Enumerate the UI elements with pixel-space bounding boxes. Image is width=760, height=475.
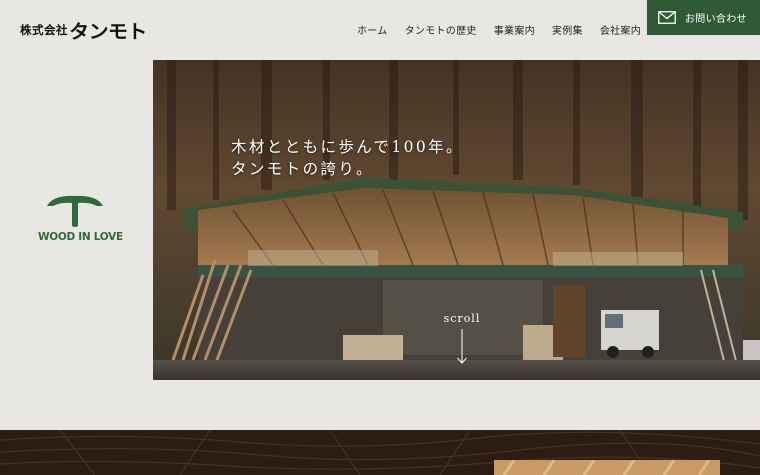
- contact-button[interactable]: お問い合わせ: [647, 0, 760, 35]
- scroll-indicator[interactable]: scroll: [442, 312, 482, 365]
- hero-line-1: 木材とともに歩んで100年。: [231, 138, 464, 156]
- nav-item-home[interactable]: ホーム: [357, 22, 388, 37]
- site-header: 株式会社 タンモト ホーム タンモトの歴史 事業案内 実例集 会社案内 お問い合…: [0, 0, 760, 60]
- scroll-label: scroll: [443, 312, 481, 325]
- contact-button-label: お問い合わせ: [685, 14, 747, 25]
- company-logo[interactable]: 株式会社 タンモト: [20, 18, 147, 43]
- wood-photo-card: [494, 460, 720, 475]
- mail-icon: [658, 11, 676, 24]
- hero-headline: 木材とともに歩んで100年。 タンモトの誇り。: [231, 136, 464, 180]
- nav-item-business[interactable]: 事業案内: [494, 22, 535, 37]
- nav-item-company[interactable]: 会社案内: [600, 22, 641, 37]
- wood-in-love-emblem: WOOD IN LOVE: [38, 192, 123, 243]
- main-nav: ホーム タンモトの歴史 事業案内 実例集 会社案内: [357, 22, 658, 37]
- logo-name: タンモト: [69, 20, 147, 43]
- lumber-photo: [494, 460, 720, 475]
- nav-item-history[interactable]: タンモトの歴史: [405, 22, 477, 37]
- emblem-text: WOOD IN LOVE: [38, 231, 123, 243]
- logo-prefix: 株式会社: [20, 23, 68, 37]
- hero-line-2: タンモトの誇り。: [231, 160, 374, 178]
- nav-item-works[interactable]: 実例集: [552, 22, 583, 37]
- hero-image: 木材とともに歩んで100年。 タンモトの誇り。 scroll: [153, 60, 760, 380]
- tree-t-icon: [47, 195, 103, 227]
- arrow-down-icon: [457, 329, 467, 364]
